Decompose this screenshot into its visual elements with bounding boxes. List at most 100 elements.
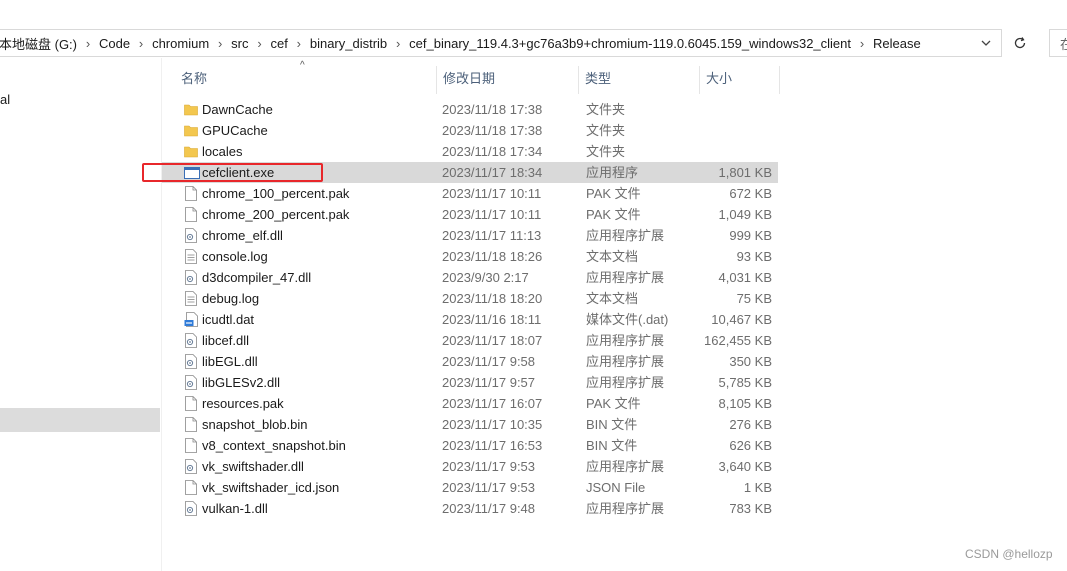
breadcrumb-separator[interactable]: › — [209, 36, 231, 51]
breadcrumb-separator[interactable]: › — [130, 36, 152, 51]
file-date: 2023/11/17 10:11 — [442, 186, 542, 201]
window-top-strip — [0, 0, 1067, 24]
breadcrumb-item[interactable]: Release — [873, 36, 921, 51]
file-type: 文件夹 — [586, 123, 626, 138]
file-name: libEGL.dll — [202, 354, 258, 369]
file-size: 276 KB — [729, 417, 772, 432]
breadcrumb-item[interactable]: 本地磁盘 (G:) — [0, 34, 77, 53]
nav-item-selected[interactable] — [0, 408, 160, 432]
file-size: 626 KB — [729, 438, 772, 453]
file-name: GPUCache — [202, 123, 268, 138]
address-bar[interactable]: 本地磁盘 (G:) › Code › chromium › src › cef › binary_d… — [0, 29, 1002, 57]
file-date: 2023/11/18 18:26 — [442, 249, 543, 264]
breadcrumb-separator[interactable]: › — [77, 36, 99, 51]
file-type: 应用程序扩展 — [586, 228, 665, 243]
breadcrumb-item[interactable]: Code — [99, 36, 130, 51]
file-row[interactable]: debug.log 2023/11/18 18:20 文本文档 75 KB — [162, 288, 778, 309]
breadcrumb-item[interactable]: src — [231, 36, 248, 51]
dll-icon — [184, 333, 198, 348]
search-input[interactable]: 在 — [1049, 29, 1067, 57]
file-date: 2023/11/17 9:53 — [442, 480, 536, 495]
file-name: resources.pak — [202, 396, 284, 411]
file-type: JSON File — [586, 480, 646, 495]
breadcrumb-item[interactable]: cef_binary_119.4.3+gc76a3b9+chromium-119… — [409, 36, 851, 51]
text-file-icon — [184, 291, 198, 306]
file-name: icudtl.dat — [202, 312, 255, 327]
file-name: chrome_200_percent.pak — [202, 207, 350, 222]
column-header-type[interactable]: 类型 — [579, 66, 700, 94]
file-row[interactable]: v8_context_snapshot.bin 2023/11/17 16:53 B… — [162, 435, 778, 456]
file-type: 文本文档 — [586, 249, 639, 264]
file-row[interactable]: libEGL.dll 2023/11/17 9:58 应用程序扩展 350 KB — [162, 351, 778, 372]
file-size: 5,785 KB — [718, 375, 773, 390]
folder-icon — [184, 123, 198, 138]
file-size: 1,801 KB — [718, 165, 773, 180]
file-date: 2023/11/18 17:38 — [442, 123, 543, 138]
file-date: 2023/11/17 10:11 — [442, 207, 542, 222]
file-date: 2023/9/30 2:17 — [442, 270, 529, 285]
file-name: debug.log — [202, 291, 260, 306]
file-size: 93 KB — [736, 249, 772, 264]
file-row[interactable]: console.log 2023/11/18 18:26 文本文档 93 KB — [162, 246, 778, 267]
file-row[interactable]: vulkan-1.dll 2023/11/17 9:48 应用程序扩展 783 KB — [162, 498, 778, 519]
file-row[interactable]: libGLESv2.dll 2023/11/17 9:57 应用程序扩展 5,785 … — [162, 372, 778, 393]
file-row[interactable]: icudtl.dat 2023/11/16 18:11 媒体文件(.dat) 10,4… — [162, 309, 778, 330]
file-icon — [184, 417, 198, 432]
file-type: PAK 文件 — [586, 207, 641, 222]
file-icon — [184, 480, 198, 495]
breadcrumb-item[interactable]: chromium — [152, 36, 209, 51]
breadcrumb-separator[interactable]: › — [249, 36, 271, 51]
file-row[interactable]: d3dcompiler_47.dll 2023/9/30 2:17 应用程序扩展 4,… — [162, 267, 778, 288]
breadcrumb-item[interactable]: binary_distrib — [310, 36, 387, 51]
dll-icon — [184, 354, 198, 369]
file-type: 应用程序扩展 — [586, 501, 665, 516]
file-date: 2023/11/17 9:58 — [442, 354, 536, 369]
file-row[interactable]: resources.pak 2023/11/17 16:07 PAK 文件 8,105… — [162, 393, 778, 414]
file-type: BIN 文件 — [586, 417, 638, 432]
file-row[interactable]: GPUCache 2023/11/18 17:38 文件夹 — [162, 120, 778, 141]
column-header-size[interactable]: 大小 — [700, 66, 780, 94]
file-date: 2023/11/17 10:35 — [442, 417, 543, 432]
file-row[interactable]: libcef.dll 2023/11/17 18:07 应用程序扩展 162,455 … — [162, 330, 778, 351]
file-row[interactable]: chrome_200_percent.pak 2023/11/17 10:11 PA… — [162, 204, 778, 225]
file-type: 应用程序扩展 — [586, 354, 665, 369]
file-date: 2023/11/17 16:53 — [442, 438, 543, 453]
file-row[interactable]: chrome_elf.dll 2023/11/17 11:13 应用程序扩展 999 … — [162, 225, 778, 246]
file-name: snapshot_blob.bin — [202, 417, 308, 432]
file-name: d3dcompiler_47.dll — [202, 270, 312, 285]
file-size: 1 KB — [743, 480, 772, 495]
breadcrumb-separator[interactable]: › — [387, 36, 409, 51]
file-date: 2023/11/17 9:53 — [442, 459, 536, 474]
breadcrumb-separator[interactable]: › — [851, 36, 873, 51]
file-size — [702, 99, 772, 120]
search-placeholder: 在 — [1060, 34, 1067, 53]
file-size: 3,640 KB — [718, 459, 773, 474]
file-type: 应用程序 — [586, 165, 639, 180]
file-size: 783 KB — [729, 501, 772, 516]
file-row[interactable]: chrome_100_percent.pak 2023/11/17 10:11 PA… — [162, 183, 778, 204]
file-size — [702, 141, 772, 162]
file-row[interactable]: locales 2023/11/18 17:34 文件夹 — [162, 141, 778, 162]
file-type: BIN 文件 — [586, 438, 638, 453]
file-row[interactable]: vk_swiftshader_icd.json 2023/11/17 9:53 JS… — [162, 477, 778, 498]
file-type: PAK 文件 — [586, 186, 641, 201]
file-row[interactable]: snapshot_blob.bin 2023/11/17 10:35 BIN 文件 2… — [162, 414, 778, 435]
column-header-name[interactable]: 名称 — [175, 66, 437, 94]
breadcrumb-item[interactable]: cef — [271, 36, 288, 51]
file-name: chrome_elf.dll — [202, 228, 283, 243]
nav-item[interactable]: al — [0, 92, 10, 107]
media-file-icon — [184, 312, 198, 327]
file-size: 10,467 KB — [711, 312, 772, 327]
file-name: locales — [202, 144, 243, 159]
dll-icon — [184, 270, 198, 285]
address-dropdown-button[interactable] — [971, 30, 1001, 56]
refresh-button[interactable] — [1005, 29, 1035, 57]
file-icon — [184, 207, 198, 222]
file-row[interactable]: DawnCache 2023/11/18 17:38 文件夹 — [162, 99, 778, 120]
column-header-date[interactable]: 修改日期 — [437, 66, 579, 94]
breadcrumb-separator[interactable]: › — [288, 36, 310, 51]
file-name: console.log — [202, 249, 268, 264]
file-name: v8_context_snapshot.bin — [202, 438, 346, 453]
file-row[interactable]: vk_swiftshader.dll 2023/11/17 9:53 应用程序扩展 3… — [162, 456, 778, 477]
dll-icon — [184, 459, 198, 474]
